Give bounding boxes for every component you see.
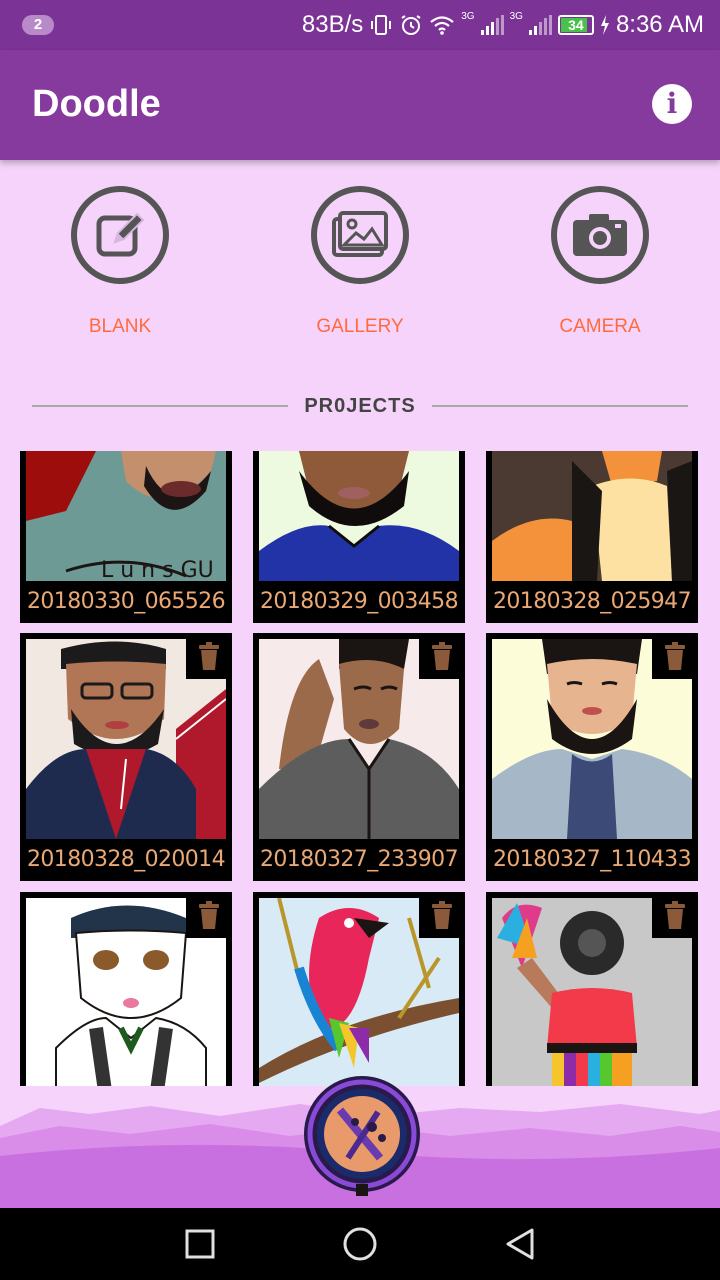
navigation-bar [0, 1208, 720, 1280]
project-card[interactable]: 20180329_003458 [253, 451, 465, 623]
project-name: 20180328_025947 [493, 589, 692, 614]
projects-divider: PR0JECTS [32, 392, 688, 422]
palette-fab[interactable] [300, 1072, 424, 1196]
clock: 8:36 AM [615, 11, 704, 38]
delete-icon[interactable] [186, 633, 232, 679]
project-card[interactable]: 20180328_025947 [486, 451, 698, 623]
delete-icon[interactable] [652, 633, 698, 679]
delete-icon[interactable] [419, 633, 465, 679]
svg-text:L u n s GU: L u n s GU [101, 558, 214, 581]
project-name: 20180327_233907 [260, 847, 459, 872]
status-icons: 83B/s 3G 3G 34 8:36 AM [302, 10, 704, 40]
gallery-label: GALLERY [316, 316, 404, 337]
camera-button[interactable]: CAMERA [520, 186, 680, 338]
blank-label: BLANK [88, 316, 152, 337]
project-name: 20180329_003458 [260, 589, 459, 614]
project-thumbnail [492, 451, 692, 581]
app-screen: 2 83B/s 3G 3G 34 8:36 AM Doodle i BLANK … [0, 0, 720, 1280]
projects-grid: L u n s GU 20180330_065526 20180329_0034… [20, 451, 700, 1086]
net-speed: 83B/s [301, 11, 364, 38]
recent-apps-icon[interactable] [182, 1226, 218, 1262]
project-name: 20180327_110433 [493, 847, 692, 872]
project-name: 20180328_020014 [27, 847, 226, 872]
camera-icon [551, 186, 649, 284]
project-card[interactable]: 20180328_020014 [20, 633, 232, 881]
delete-icon[interactable] [652, 892, 698, 938]
charging-icon [600, 15, 609, 35]
gallery-button[interactable]: GALLERY [280, 186, 440, 338]
status-bar: 2 83B/s 3G 3G 34 8:36 AM [0, 0, 720, 50]
delete-icon[interactable] [186, 892, 232, 938]
project-name: 20180330_065526 [27, 589, 226, 614]
divider-line-right [432, 405, 688, 407]
signal-icon-b [528, 15, 552, 35]
project-card[interactable] [486, 892, 698, 1086]
project-card[interactable]: 20180327_233907 [253, 633, 465, 881]
delete-icon[interactable] [419, 892, 465, 938]
info-icon[interactable]: i [652, 84, 692, 124]
image-icon [311, 186, 409, 284]
app-title: Doodle [32, 83, 161, 125]
signal-icon-a [480, 15, 504, 35]
project-thumbnail [259, 451, 459, 581]
app-bar: Doodle i [0, 50, 720, 160]
network-type-b: 3G [509, 11, 523, 22]
home-icon[interactable] [342, 1226, 378, 1262]
camera-label: CAMERA [559, 316, 641, 337]
notification-count-badge: 2 [22, 15, 54, 35]
project-thumbnail: L u n s GU [26, 451, 226, 581]
vibrate-icon [371, 15, 392, 35]
alarm-icon [401, 15, 421, 35]
battery-icon: 34 [557, 15, 594, 35]
blank-button[interactable]: BLANK [40, 186, 200, 338]
project-card[interactable] [253, 892, 465, 1086]
project-card[interactable]: 20180327_110433 [486, 633, 698, 881]
network-type-a: 3G [461, 11, 475, 22]
wifi-icon [430, 16, 454, 35]
back-icon[interactable] [502, 1226, 538, 1262]
project-card[interactable]: L u n s GU 20180330_065526 [20, 451, 232, 623]
project-card[interactable] [20, 892, 232, 1086]
edit-icon [71, 186, 169, 284]
